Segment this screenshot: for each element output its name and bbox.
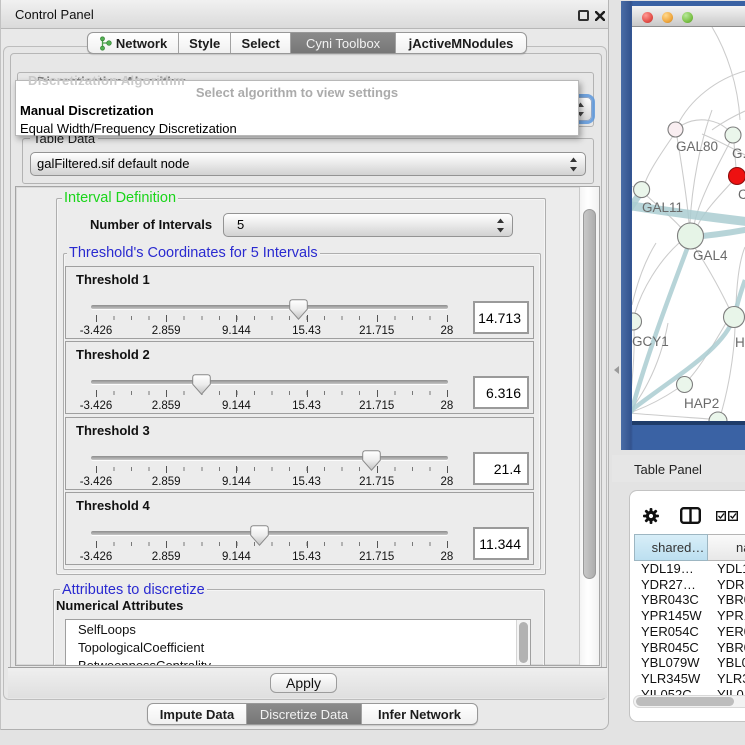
svg-text:HAP2: HAP2 — [684, 396, 719, 411]
svg-text:GCY1: GCY1 — [632, 334, 669, 349]
svg-text:GAL80: GAL80 — [676, 139, 718, 154]
svg-text:GAL11: GAL11 — [642, 200, 683, 215]
svg-text:H: H — [735, 335, 745, 350]
svg-text:C: C — [738, 187, 745, 202]
svg-text:GAL4: GAL4 — [693, 248, 728, 263]
svg-text:G.: G. — [732, 146, 745, 161]
